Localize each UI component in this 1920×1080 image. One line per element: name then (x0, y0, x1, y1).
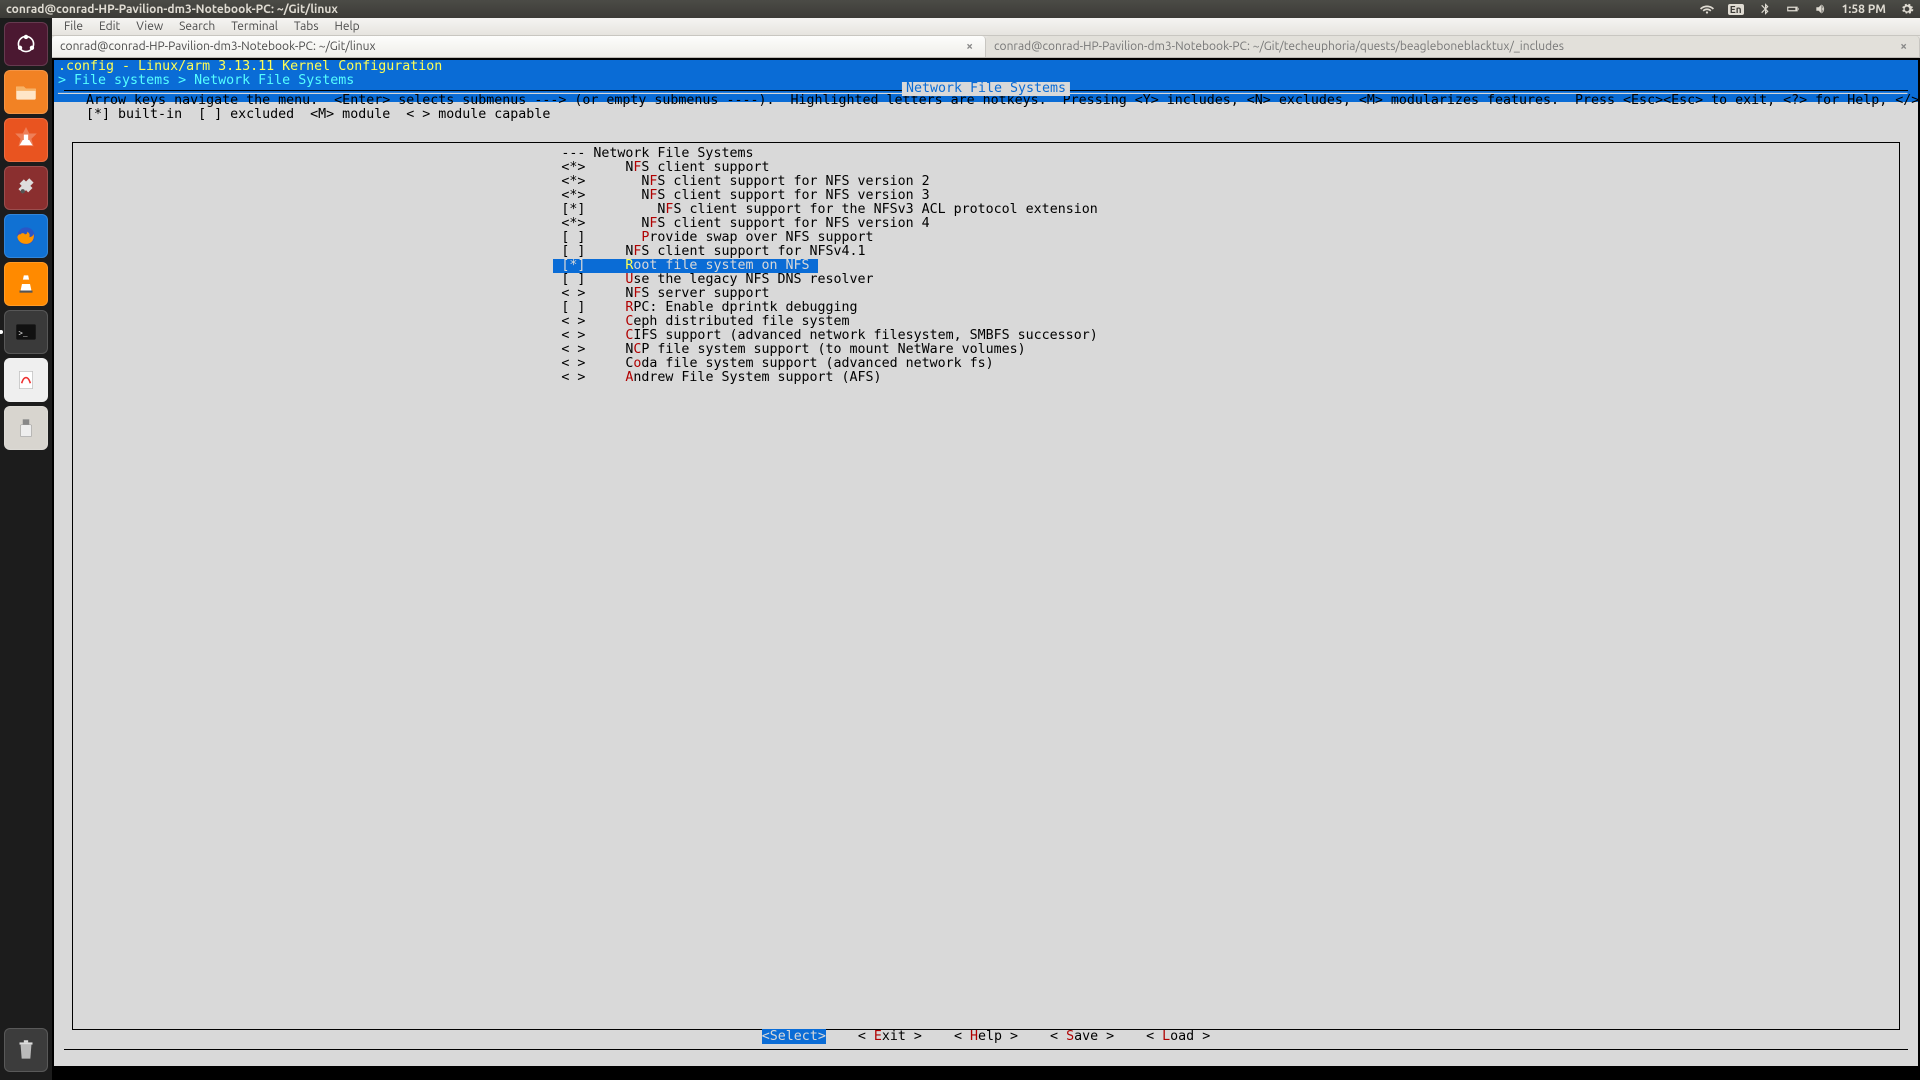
terminal-icon[interactable]: >_ (4, 310, 48, 354)
kconfig-menu-item[interactable]: [*] Root file system on NFS (73, 259, 1899, 273)
bluetooth-icon[interactable] (1758, 2, 1772, 16)
vlc-icon[interactable] (4, 262, 48, 306)
firefox-icon[interactable] (4, 214, 48, 258)
menu-file[interactable]: File (56, 20, 91, 33)
settings-icon[interactable] (4, 166, 48, 210)
terminal-bottom-border (54, 1066, 1918, 1078)
sound-icon[interactable] (1814, 2, 1828, 16)
kconfig-menu-item[interactable]: <*> NFS client support (73, 161, 1899, 175)
software-center-icon[interactable] (4, 118, 48, 162)
kconfig-menu-item[interactable]: --- Network File Systems (73, 147, 1899, 161)
svg-text:>_: >_ (18, 330, 28, 338)
kconfig-menu-item[interactable]: [ ] Provide swap over NFS support (73, 231, 1899, 245)
terminal-window: File Edit View Search Terminal Tabs Help… (52, 18, 1920, 1080)
menu-search[interactable]: Search (171, 20, 223, 33)
menu-terminal[interactable]: Terminal (223, 20, 286, 33)
kconfig-menu-item[interactable]: < > NFS server support (73, 287, 1899, 301)
tab-label: conrad@conrad-HP-Pavilion-dm3-Notebook-P… (60, 40, 376, 53)
usb-device-icon[interactable] (4, 406, 48, 450)
trash-icon[interactable] (4, 1028, 48, 1072)
gear-icon[interactable] (1900, 2, 1914, 16)
kconfig-menu-list[interactable]: --- Network File Systems <*> NFS client … (73, 143, 1899, 385)
exit-button[interactable]: xit (882, 1029, 906, 1044)
kconfig-menu-item[interactable]: [ ] Use the legacy NFS DNS resolver (73, 273, 1899, 287)
clock[interactable]: 1:58 PM (1842, 3, 1886, 16)
menu-help[interactable]: Help (327, 20, 368, 33)
window-title: conrad@conrad-HP-Pavilion-dm3-Notebook-P… (6, 3, 1700, 16)
kconfig-menu-item[interactable]: < > Andrew File System support (AFS) (73, 371, 1899, 385)
help-button-hk[interactable]: H (970, 1029, 978, 1044)
kconfig-menu-item[interactable]: [*] NFS client support for the NFSv3 ACL… (73, 203, 1899, 217)
tab-label: conrad@conrad-HP-Pavilion-dm3-Notebook-P… (994, 40, 1564, 53)
load-button[interactable]: oad (1170, 1029, 1194, 1044)
kconfig-menu-item[interactable]: < > Ceph distributed file system (73, 315, 1899, 329)
files-icon[interactable] (4, 70, 48, 114)
kconfig-menu-item[interactable]: < > CIFS support (advanced network files… (73, 329, 1899, 343)
menu-view[interactable]: View (128, 20, 171, 33)
kconfig-frame: Network File Systems Arrow keys navigate… (64, 90, 1908, 1050)
window-menubar: File Edit View Search Terminal Tabs Help (52, 18, 1920, 36)
terminal-viewport[interactable]: .config - Linux/arm 3.13.11 Kernel Confi… (52, 58, 1920, 1080)
tab-close-icon[interactable]: × (1896, 40, 1911, 53)
kconfig-menu-item[interactable]: <*> NFS client support for NFS version 2 (73, 175, 1899, 189)
kconfig-menu-item[interactable]: [ ] RPC: Enable dprintk debugging (73, 301, 1899, 315)
kconfig-menu-item[interactable]: <*> NFS client support for NFS version 3 (73, 189, 1899, 203)
save-button-hk[interactable]: S (1066, 1029, 1074, 1044)
battery-icon[interactable] (1786, 2, 1800, 16)
language-indicator[interactable]: En (1728, 4, 1744, 15)
unity-launcher: >_ (0, 18, 52, 1080)
dash-icon[interactable] (4, 22, 48, 66)
wifi-icon[interactable] (1700, 2, 1714, 16)
kconfig-menu-item[interactable]: <*> NFS client support for NFS version 4 (73, 217, 1899, 231)
menu-tabs[interactable]: Tabs (286, 20, 327, 33)
kconfig-header: .config - Linux/arm 3.13.11 Kernel Confi… (54, 60, 1918, 74)
system-tray: En 1:58 PM (1700, 2, 1914, 16)
kconfig-frame-title: Network File Systems (902, 82, 1070, 96)
kconfig-menu-item[interactable]: [ ] NFS client support for NFSv4.1 (73, 245, 1899, 259)
menu-edit[interactable]: Edit (91, 20, 128, 33)
help-button[interactable]: elp (978, 1029, 1002, 1044)
select-button[interactable]: <Select> (762, 1029, 826, 1044)
exit-button-hk[interactable]: E (874, 1029, 882, 1044)
save-button[interactable]: ave (1074, 1029, 1098, 1044)
unity-top-panel: conrad@conrad-HP-Pavilion-dm3-Notebook-P… (0, 0, 1920, 18)
kconfig-menu-box: --- Network File Systems <*> NFS client … (72, 142, 1900, 1030)
terminal-tab-active[interactable]: conrad@conrad-HP-Pavilion-dm3-Notebook-P… (52, 36, 986, 57)
document-viewer-icon[interactable] (4, 358, 48, 402)
kconfig-button-row: <Select> < Exit > < Help > < Save > < Lo… (64, 1030, 1908, 1044)
terminal-tabbar: conrad@conrad-HP-Pavilion-dm3-Notebook-P… (52, 36, 1920, 58)
kconfig-menu-item[interactable]: < > Coda file system support (advanced n… (73, 357, 1899, 371)
desktop: File Edit View Search Terminal Tabs Help… (52, 18, 1920, 1080)
kconfig-menu-item[interactable]: < > NCP file system support (to mount Ne… (73, 343, 1899, 357)
terminal-tab-inactive[interactable]: conrad@conrad-HP-Pavilion-dm3-Notebook-P… (986, 36, 1920, 57)
tab-close-icon[interactable]: × (962, 40, 977, 53)
load-button-hk[interactable]: L (1162, 1029, 1170, 1044)
